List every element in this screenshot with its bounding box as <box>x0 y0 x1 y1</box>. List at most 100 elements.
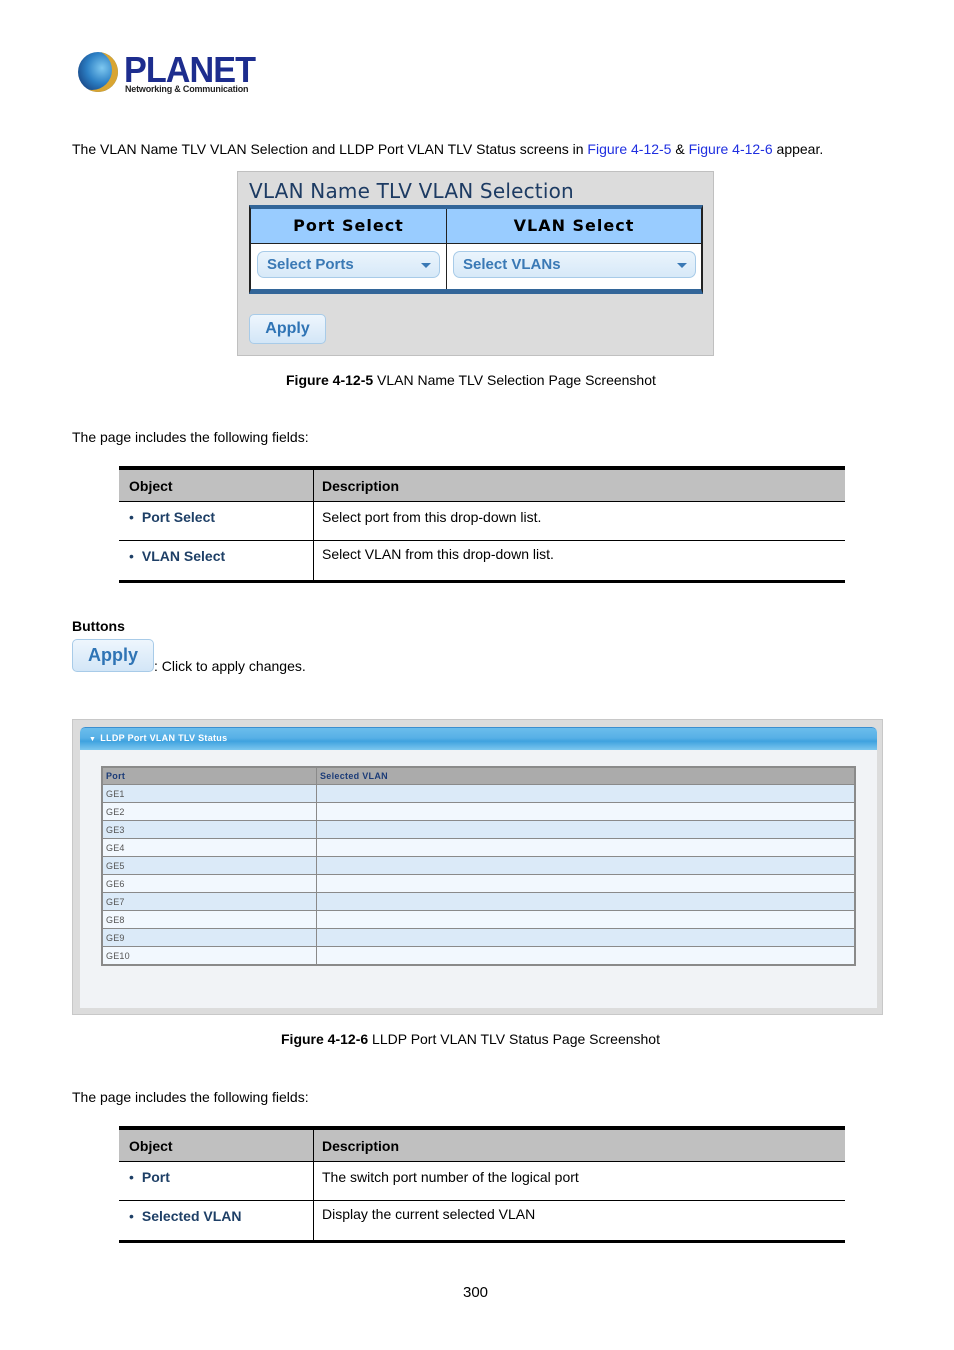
fields-table-1: Object Description • Port Select Select p… <box>119 466 845 583</box>
fig5-title: VLAN Name TLV VLAN Selection <box>249 179 574 203</box>
port-cell: GE4 <box>101 838 317 857</box>
status-table-row: GE5 <box>101 856 856 875</box>
figure-4-12-6-link[interactable]: Figure 4-12-6 <box>689 141 773 157</box>
caption-text: LLDP Port VLAN TLV Status Page Screensho… <box>368 1031 660 1047</box>
table-row: • Port Select Select port from this drop-… <box>119 502 845 541</box>
table-header-row: Object Description <box>119 469 845 502</box>
port-column-header: Port <box>101 766 317 785</box>
port-cell: GE8 <box>101 910 317 929</box>
apply-button[interactable]: Apply <box>249 314 326 344</box>
bullet-icon: • <box>129 509 134 525</box>
field-object: • Port Select <box>129 509 215 525</box>
panel-title-text: LLDP Port VLAN TLV Status <box>100 733 228 743</box>
status-table-header: Port Selected VLAN <box>101 766 856 785</box>
field-description: Select port from this drop-down list. <box>322 509 542 525</box>
chevron-down-icon <box>421 263 431 268</box>
description-header: Description <box>322 1138 400 1154</box>
status-table-row: GE6 <box>101 874 856 893</box>
bullet-icon: • <box>129 548 134 564</box>
port-cell: GE7 <box>101 892 317 911</box>
selected-vlan-cell <box>316 802 856 821</box>
caption-text: VLAN Name TLV Selection Page Screenshot <box>373 372 656 388</box>
vlan-select-dropdown[interactable]: Select VLANs <box>453 251 696 278</box>
selected-vlan-cell <box>316 928 856 947</box>
intro-text: The VLAN Name TLV VLAN Selection and LLD… <box>72 141 588 157</box>
vlan-selection-table: Port Select VLAN Select Select Ports Sel… <box>249 205 703 294</box>
lldp-port-vlan-tlv-status-screenshot: ▼ LLDP Port VLAN TLV Status Port Selected… <box>72 719 883 1015</box>
status-panel-header[interactable]: ▼ LLDP Port VLAN TLV Status <box>80 727 877 750</box>
field-object: • Port <box>129 1169 170 1185</box>
field-description: Display the current selected VLAN <box>322 1206 536 1222</box>
object-header: Object <box>129 478 173 494</box>
lldp-status-table: Port Selected VLAN GE1 GE2 GE3 GE4 GE5 GE6 GE7… <box>101 766 856 966</box>
table-row: • VLAN Select Select VLAN from this drop-… <box>119 541 845 579</box>
fields-intro-1: The page includes the following fields: <box>72 429 309 445</box>
status-panel-title: ▼ LLDP Port VLAN TLV Status <box>89 733 227 743</box>
field-description: The switch port number of the logical po… <box>322 1169 579 1185</box>
table-column-divider <box>313 469 314 581</box>
status-table-row: GE10 <box>101 946 856 966</box>
selected-vlan-cell <box>316 838 856 857</box>
table-row: • Port The switch port number of the logi… <box>119 1162 845 1201</box>
port-cell: GE10 <box>101 946 317 966</box>
port-cell: GE3 <box>101 820 317 839</box>
bullet-icon: • <box>129 1169 134 1185</box>
object-header: Object <box>129 1138 173 1154</box>
figure-4-12-6-caption: Figure 4-12-6 LLDP Port VLAN TLV Status … <box>281 1031 660 1047</box>
port-cell: GE9 <box>101 928 317 947</box>
apply-button-sample[interactable]: Apply <box>72 639 154 672</box>
selected-vlan-cell <box>316 910 856 929</box>
port-select-header: Port Select <box>293 216 404 235</box>
figure-4-12-5-link[interactable]: Figure 4-12-5 <box>587 141 671 157</box>
chevron-down-icon <box>677 263 687 268</box>
status-panel: ▼ LLDP Port VLAN TLV Status Port Selected… <box>80 727 877 1008</box>
status-table-row: GE8 <box>101 910 856 929</box>
table-bottom-rule <box>119 1240 845 1243</box>
port-select-dropdown[interactable]: Select Ports <box>257 251 440 278</box>
field-object-label: Port Select <box>141 509 216 525</box>
vlan-selection-table-header: Port Select VLAN Select <box>251 209 701 244</box>
planet-logo: PLANET Networking & Communication <box>78 50 256 98</box>
status-table-row: GE4 <box>101 838 856 857</box>
caption-label: Figure 4-12-6 <box>281 1031 369 1047</box>
field-object-label: Port <box>141 1169 170 1185</box>
vlan-select-value: Select VLANs <box>463 256 561 273</box>
table-bottom-rule <box>119 580 845 583</box>
fields-intro-2: The page includes the following fields: <box>72 1089 309 1105</box>
field-object-label: VLAN Select <box>141 548 226 564</box>
bullet-icon: • <box>129 1208 134 1224</box>
port-cell: GE2 <box>101 802 317 821</box>
port-cell: GE5 <box>101 856 317 875</box>
status-table-row: GE3 <box>101 820 856 839</box>
field-object: • VLAN Select <box>129 548 225 564</box>
status-table-row: GE1 <box>101 784 856 803</box>
selected-vlan-column-header: Selected VLAN <box>316 766 856 785</box>
field-object: • Selected VLAN <box>129 1208 242 1224</box>
port-select-value: Select Ports <box>267 256 354 273</box>
fields-table-2: Object Description • Port The switch port… <box>119 1126 845 1243</box>
page-number: 300 <box>463 1284 489 1301</box>
vlan-select-header: VLAN Select <box>513 216 635 235</box>
selected-vlan-cell <box>316 892 856 911</box>
apply-description: : Click to apply changes. <box>154 658 306 674</box>
selected-vlan-cell <box>316 946 856 966</box>
port-cell: GE6 <box>101 874 317 893</box>
caption-label: Figure 4-12-5 <box>286 372 374 388</box>
port-cell: GE1 <box>101 784 317 803</box>
status-table-row: GE9 <box>101 928 856 947</box>
status-table-row: GE7 <box>101 892 856 911</box>
intro-ampersand: & <box>671 141 689 157</box>
description-header: Description <box>322 478 400 494</box>
selected-vlan-cell <box>316 874 856 893</box>
intro-text-end: appear. <box>772 141 824 157</box>
column-divider <box>446 209 447 289</box>
figure-4-12-5-caption: Figure 4-12-5 VLAN Name TLV Selection Pa… <box>286 372 656 388</box>
selected-vlan-cell <box>316 784 856 803</box>
status-table-row: GE2 <box>101 802 856 821</box>
collapse-arrow-icon: ▼ <box>89 736 97 743</box>
field-object-label: Selected VLAN <box>141 1208 242 1224</box>
table-column-divider <box>313 1129 314 1241</box>
planet-globe-icon <box>78 52 118 92</box>
intro-paragraph: The VLAN Name TLV VLAN Selection and LLD… <box>72 141 823 157</box>
table-header-row: Object Description <box>119 1129 845 1162</box>
